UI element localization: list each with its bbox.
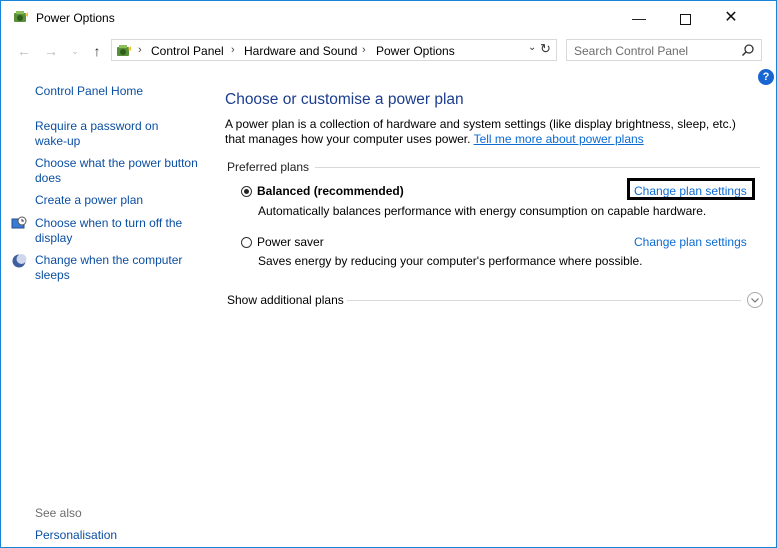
maximize-button[interactable]	[662, 1, 708, 35]
power-button-link[interactable]: Choose what the power button does	[35, 156, 200, 186]
power-saver-radio[interactable]	[241, 237, 252, 248]
create-power-plan-link[interactable]: Create a power plan	[35, 193, 205, 208]
expand-additional-plans-button[interactable]	[747, 292, 763, 308]
search-placeholder: Search Control Panel	[574, 44, 689, 58]
recent-locations-button[interactable]: ⌄	[67, 41, 83, 61]
computer-sleeps-link[interactable]: Change when the computer sleeps	[35, 253, 195, 283]
search-box[interactable]: Search Control Panel	[566, 39, 762, 61]
display-timer-icon	[11, 216, 27, 229]
see-also-label: See also	[35, 506, 82, 520]
highlight-box	[627, 178, 755, 200]
power-options-icon	[14, 11, 28, 22]
up-button[interactable]: ↑	[89, 41, 105, 61]
breadcrumb-separator-icon: ›	[362, 44, 366, 56]
navigation-bar: ← → ⌄ ↑ › Control Panel › Hardware and S…	[1, 37, 776, 65]
help-icon[interactable]: ?	[758, 69, 774, 85]
window-title: Power Options	[36, 11, 115, 25]
breadcrumb-control-panel[interactable]: Control Panel	[151, 44, 224, 58]
refresh-icon[interactable]: ↻	[540, 41, 551, 57]
minimize-button[interactable]: —	[616, 1, 662, 35]
require-password-link[interactable]: Require a password on wake-up	[35, 119, 160, 149]
breadcrumb-power-options[interactable]: Power Options	[376, 44, 455, 58]
power-saver-plan-name[interactable]: Power saver	[257, 235, 324, 249]
minimize-icon: —	[632, 10, 646, 26]
back-button[interactable]: ←	[16, 41, 32, 61]
personalisation-link[interactable]: Personalisation	[35, 528, 117, 542]
page-description: A power plan is a collection of hardware…	[225, 117, 755, 147]
title-bar: Power Options — ✕	[1, 1, 776, 35]
chevron-down-icon	[751, 298, 759, 303]
maximize-icon	[679, 13, 691, 25]
close-button[interactable]: ✕	[708, 1, 754, 35]
power-saver-change-settings-link[interactable]: Change plan settings	[634, 235, 747, 249]
learn-more-link[interactable]: Tell me more about power plans	[474, 132, 644, 146]
power-options-location-icon	[117, 45, 131, 56]
control-panel-home-link[interactable]: Control Panel Home	[35, 84, 205, 99]
breadcrumb-separator-icon: ›	[231, 44, 235, 56]
balanced-plan-name[interactable]: Balanced (recommended)	[257, 184, 404, 198]
power-options-window: Power Options — ✕ ← → ⌄ ↑ › Control Pane…	[0, 0, 777, 548]
close-icon: ✕	[724, 9, 738, 26]
sleep-moon-icon	[12, 254, 27, 268]
breadcrumb-hardware-and-sound[interactable]: Hardware and Sound	[244, 44, 357, 58]
show-additional-plans-label[interactable]: Show additional plans	[227, 293, 344, 307]
power-saver-plan-description: Saves energy by reducing your computer's…	[258, 254, 643, 268]
preferred-plans-label: Preferred plans	[227, 160, 316, 174]
forward-button[interactable]: →	[43, 41, 59, 61]
address-bar[interactable]: › Control Panel › Hardware and Sound › P…	[111, 39, 557, 61]
search-icon[interactable]	[741, 43, 755, 57]
balanced-radio[interactable]	[241, 186, 252, 197]
breadcrumb-separator-icon: ›	[138, 44, 142, 56]
balanced-plan-description: Automatically balances performance with …	[258, 204, 707, 218]
turn-off-display-link[interactable]: Choose when to turn off the display	[35, 216, 195, 246]
additional-plans-divider	[347, 300, 741, 301]
page-title: Choose or customise a power plan	[225, 91, 464, 108]
address-dropdown-icon[interactable]: ⌄	[528, 42, 536, 53]
